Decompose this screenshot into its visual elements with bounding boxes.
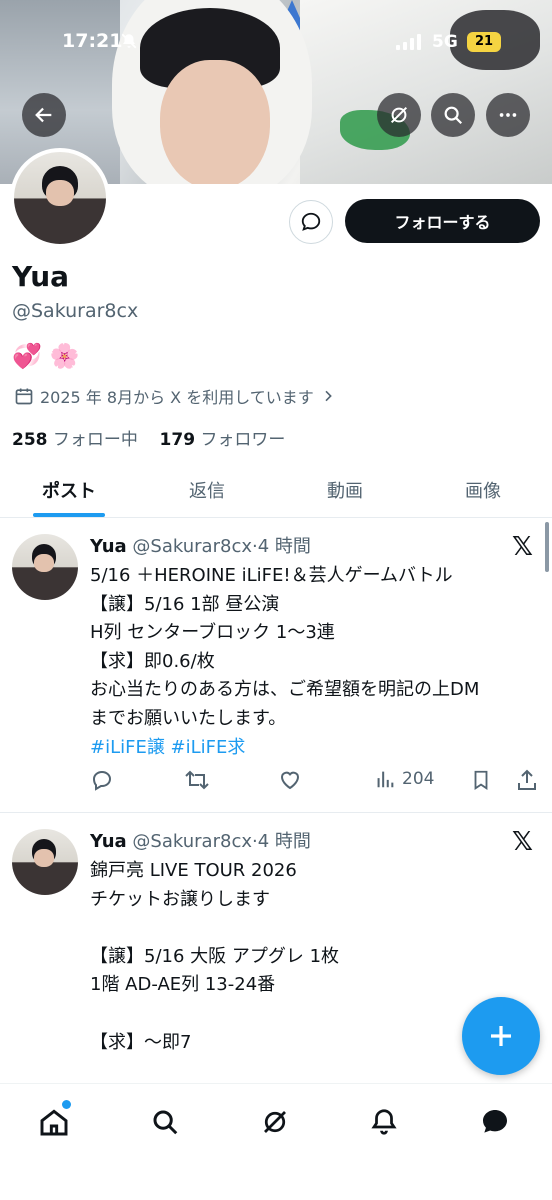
profile-tabs: ポスト 返信 動画 画像	[0, 462, 552, 518]
followers-label: フォロワー	[200, 430, 286, 450]
joined-date[interactable]: 2025 年 8月から X を利用しています	[14, 384, 336, 408]
battery-indicator: 21	[467, 32, 501, 52]
profile-avatar[interactable]	[10, 148, 110, 248]
tab-posts[interactable]: ポスト	[0, 462, 138, 517]
search-icon	[444, 106, 463, 125]
post-time: ·4 時間	[252, 536, 311, 557]
status-time: 17:21	[62, 30, 123, 52]
views-button[interactable]: 204	[374, 768, 434, 790]
profile-name: Yua	[12, 260, 70, 293]
bell-icon	[371, 1109, 397, 1135]
tab-replies[interactable]: 返信	[138, 462, 276, 517]
avatar-face	[46, 180, 74, 206]
nav-messages[interactable]	[475, 1102, 515, 1142]
banner-clothing	[300, 0, 552, 184]
post-avatar[interactable]	[12, 829, 78, 895]
tab-videos[interactable]: 動画	[276, 462, 414, 517]
signal-icon	[396, 34, 421, 50]
tab-images[interactable]: 画像	[414, 462, 552, 517]
post[interactable]: Yua @Sakurar8cx·4 時間 𝕏 5/16 ＋HEROINE iLi…	[0, 518, 552, 813]
home-icon	[40, 1109, 68, 1136]
bookmark-icon	[474, 770, 488, 790]
post-avatar[interactable]	[12, 534, 78, 600]
more-icon	[499, 113, 517, 117]
compose-button[interactable]	[462, 997, 540, 1075]
message-button[interactable]	[289, 200, 333, 244]
bookmark-button[interactable]	[470, 768, 492, 792]
status-bar: 17:21 5G 21	[0, 30, 552, 60]
reply-button[interactable]	[90, 768, 114, 792]
follow-stats: 258 フォロー中 179 フォロワー	[12, 425, 285, 450]
post-text: 5/16 ＋HEROINE iLiFE!＆芸人ゲームバトル 【譲】5/16 1部…	[90, 562, 540, 762]
post-hashtags[interactable]: #iLiFE譲 #iLiFE求	[90, 737, 245, 758]
views-icon	[377, 771, 394, 788]
more-button[interactable]	[486, 93, 530, 137]
x-logo-icon: 𝕏	[512, 532, 533, 562]
home-notification-dot	[62, 1100, 71, 1109]
calendar-icon	[15, 388, 33, 405]
grok-button[interactable]	[377, 93, 421, 137]
share-button[interactable]	[515, 768, 539, 792]
back-button[interactable]	[22, 93, 66, 137]
post-actions: 204	[90, 768, 550, 796]
nav-grok[interactable]	[255, 1102, 295, 1142]
grok-icon	[264, 1111, 286, 1133]
views-count: 204	[402, 769, 435, 789]
follow-button[interactable]: フォローする	[345, 199, 540, 243]
share-icon	[518, 769, 536, 790]
plus-icon	[491, 1026, 511, 1046]
post-header: Yua @Sakurar8cx·4 時間	[90, 532, 311, 558]
profile-bio: 💞 🌸	[12, 342, 80, 370]
bell-muted-icon	[120, 32, 138, 54]
messages-icon	[483, 1110, 507, 1133]
network-type: 5G	[432, 32, 458, 52]
bottom-nav	[0, 1083, 552, 1200]
chat-icon	[301, 212, 321, 231]
reply-icon	[92, 770, 112, 791]
post-header: Yua @Sakurar8cx·4 時間	[90, 827, 311, 853]
search-icon	[153, 1110, 178, 1135]
repost-icon	[185, 770, 209, 790]
post-author-name[interactable]: Yua	[90, 831, 127, 852]
nav-notifications[interactable]	[364, 1102, 404, 1142]
like-button[interactable]	[278, 768, 302, 792]
followers-link[interactable]: 179 フォロワー	[160, 430, 286, 450]
heart-icon	[280, 771, 300, 790]
arrow-left-icon	[35, 107, 52, 123]
following-link[interactable]: 258 フォロー中	[12, 430, 138, 450]
chevron-right-icon	[325, 390, 332, 402]
nav-search[interactable]	[145, 1102, 185, 1142]
post-time: ·4 時間	[252, 831, 311, 852]
following-label: フォロー中	[52, 430, 138, 450]
avatar-face	[34, 849, 54, 867]
post-author-handle: @Sakurar8cx	[132, 536, 252, 557]
followers-count: 179	[159, 430, 196, 450]
post-author-handle: @Sakurar8cx	[132, 831, 252, 852]
repost-button[interactable]	[184, 768, 210, 792]
following-count: 258	[12, 430, 48, 450]
x-logo-icon: 𝕏	[512, 827, 533, 857]
post-author-name[interactable]: Yua	[90, 536, 127, 557]
banner-face	[160, 60, 270, 184]
grok-icon	[390, 106, 408, 124]
search-button[interactable]	[431, 93, 475, 137]
avatar-face	[34, 554, 54, 572]
profile-handle: @Sakurar8cx	[12, 300, 139, 322]
post-body: 5/16 ＋HEROINE iLiFE!＆芸人ゲームバトル 【譲】5/16 1部…	[90, 565, 480, 729]
joined-label: 2025 年 8月から X を利用しています	[40, 388, 314, 407]
